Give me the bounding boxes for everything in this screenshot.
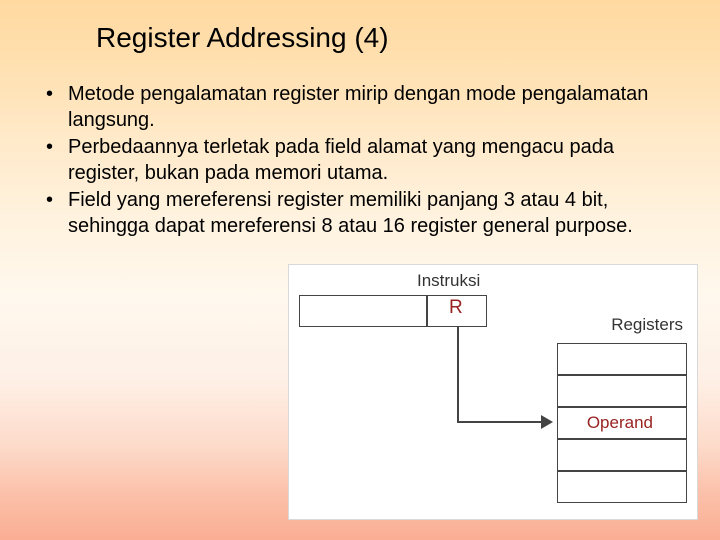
register-addressing-diagram: Instruksi Registers R Operand (289, 265, 697, 519)
bullet-item: Field yang mereferensi register memiliki… (42, 188, 676, 239)
label-instruksi: Instruksi (417, 271, 480, 291)
label-registers: Registers (611, 315, 683, 335)
register-row (557, 471, 687, 503)
bullet-item: Perbedaannya terletak pada field alamat … (42, 135, 676, 186)
pointer-line-vertical (457, 327, 459, 423)
label-r-field: R (449, 297, 463, 319)
register-row (557, 375, 687, 407)
slide-title: Register Addressing (4) (96, 22, 686, 54)
bullet-item: Metode pengalamatan register mirip denga… (42, 82, 676, 133)
bullet-list: Metode pengalamatan register mirip denga… (42, 82, 676, 240)
diagram-container: Instruksi Registers R Operand (288, 264, 698, 520)
instruction-opcode-box (299, 295, 427, 327)
pointer-line-horizontal (457, 421, 543, 423)
register-row (557, 439, 687, 471)
label-operand: Operand (587, 413, 653, 433)
register-row (557, 343, 687, 375)
arrowhead-icon (541, 415, 553, 429)
